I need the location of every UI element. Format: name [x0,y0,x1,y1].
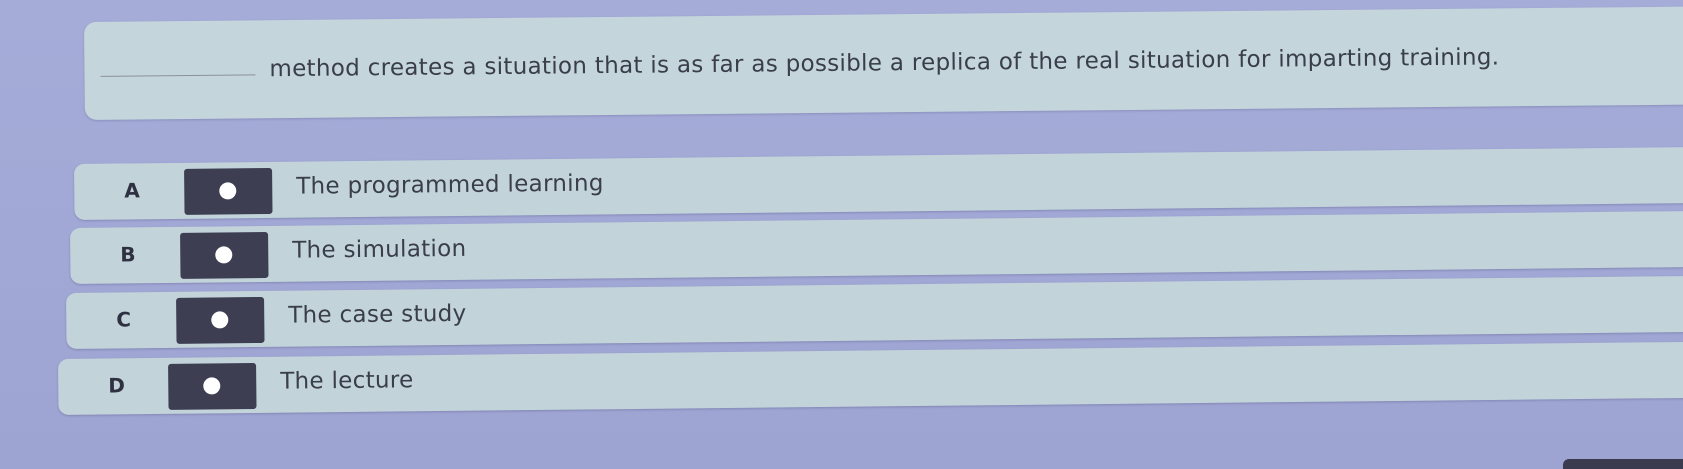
option-letter: C [116,307,132,332]
option-d-select-button[interactable] [168,362,257,410]
option-label: The simulation [292,235,467,264]
option-a[interactable]: A The programmed learning [74,146,1683,220]
radio-dot-icon [203,377,221,395]
radio-dot-icon [215,246,233,264]
question-stem: method creates a situation that is as fa… [269,44,1500,83]
option-label: The programmed learning [296,170,604,200]
option-label: The lecture [280,367,414,395]
radio-dot-icon [219,182,237,200]
option-c[interactable]: C The case study [66,275,1683,349]
option-b[interactable]: B The simulation [70,210,1683,284]
question-text: method creates a situation that is as fa… [100,44,1499,83]
question-card: method creates a situation that is as fa… [84,6,1683,120]
radio-dot-icon [211,311,229,329]
option-letter: A [124,178,140,203]
option-d[interactable]: D The lecture [58,341,1683,415]
option-letter: B [120,242,136,267]
option-label: The case study [288,300,467,329]
option-c-select-button[interactable] [176,296,265,344]
answer-blank [100,74,256,77]
option-a-select-button[interactable] [184,167,273,215]
option-b-select-button[interactable] [180,231,269,279]
corner-edge [1563,459,1683,469]
option-letter: D [108,373,126,398]
